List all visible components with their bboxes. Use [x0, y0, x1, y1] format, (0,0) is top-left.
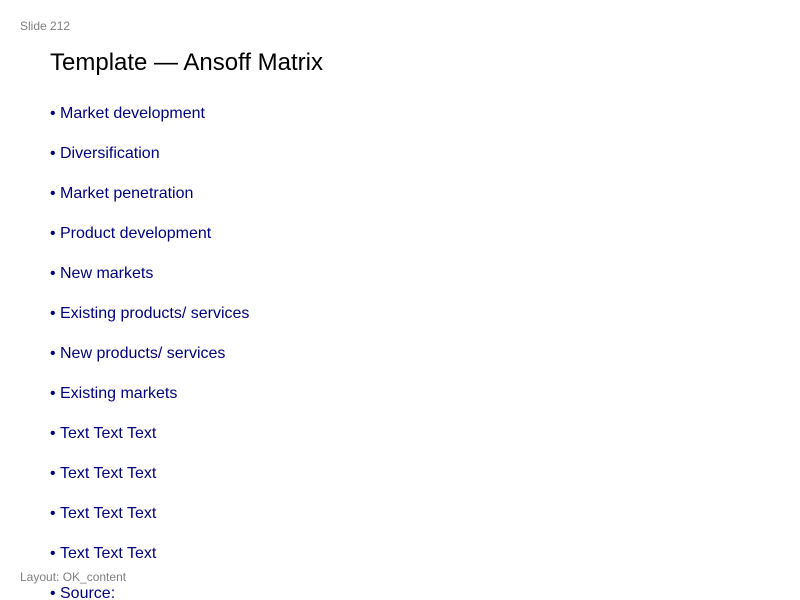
bullet-dot: • [50, 505, 56, 522]
slide: Slide 212 Template — Ansoff Matrix • Mark… [0, 0, 800, 600]
bullet-dot: • [50, 585, 56, 600]
bullet-item: • Text Text Text [50, 464, 249, 504]
bullet-item: • Diversification [50, 144, 249, 184]
bullet-text: Diversification [60, 145, 160, 162]
bullet-dot: • [50, 345, 56, 362]
bullet-text: New markets [60, 265, 154, 282]
bullet-text: Existing markets [60, 385, 178, 402]
bullet-text: Text Text Text [60, 425, 157, 442]
bullet-item: • Product development [50, 224, 249, 264]
bullet-dot: • [50, 545, 56, 562]
bullet-dot: • [50, 425, 56, 442]
bullet-dot: • [50, 185, 56, 202]
bullet-text: Market penetration [60, 185, 194, 202]
bullet-item: • Text Text Text [50, 504, 249, 544]
bullet-item: • Existing products/ services [50, 304, 249, 344]
bullet-text: Text Text Text [60, 505, 157, 522]
bullet-item: • Market penetration [50, 184, 249, 224]
bullet-item: • Existing markets [50, 384, 249, 424]
bullet-dot: • [50, 145, 56, 162]
bullet-text: Text Text Text [60, 465, 157, 482]
bullet-dot: • [50, 265, 56, 282]
bullet-dot: • [50, 105, 56, 122]
bullet-text: Source: [60, 585, 116, 600]
bullet-text: Market development [60, 105, 205, 122]
bullet-item: • Source: [50, 584, 249, 600]
bullet-item: • Market development [50, 104, 249, 144]
bullet-dot: • [50, 465, 56, 482]
bullet-dot: • [50, 305, 56, 322]
bullet-text: Existing products/ services [60, 305, 250, 322]
slide-title: Template — Ansoff Matrix [50, 49, 323, 76]
bullet-item: • Text Text Text [50, 424, 249, 464]
bullet-dot: • [50, 385, 56, 402]
bullet-text: Product development [60, 225, 212, 242]
bullet-list: • Market development • Diversification • Ma… [50, 104, 249, 600]
bullet-item: • New products/ services [50, 344, 249, 384]
bullet-text: Text Text Text [60, 545, 157, 562]
bullet-dot: • [50, 225, 56, 242]
slide-number: Slide 212 [20, 19, 71, 33]
bullet-item: • New markets [50, 264, 249, 304]
layout-label: Layout: OK_content [20, 570, 127, 584]
bullet-text: New products/ services [60, 345, 226, 362]
